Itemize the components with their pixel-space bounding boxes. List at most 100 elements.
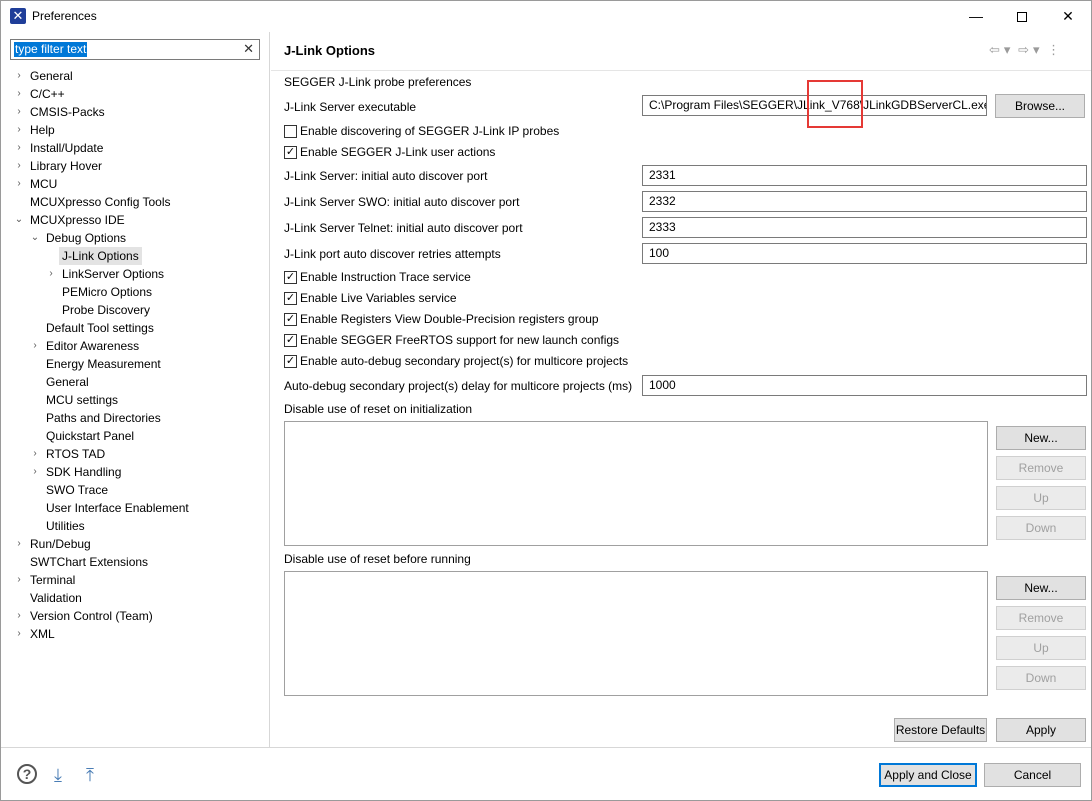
chevron-right-icon[interactable]: › [30, 445, 40, 463]
tree-item[interactable]: ⌄ Debug Options [1, 229, 269, 247]
tree-item-label: Paths and Directories [46, 411, 161, 425]
minimize-button[interactable]: — [953, 1, 999, 31]
checkbox-checked[interactable]: ✓ [284, 334, 297, 347]
help-icon[interactable]: ? [17, 764, 37, 784]
reset-run-label: Disable use of reset before running [284, 552, 471, 566]
tree-item[interactable]: Quickstart Panel [1, 427, 269, 445]
export-icon[interactable]: ⤒ [79, 765, 101, 785]
tree-item[interactable]: › RTOS TAD [1, 445, 269, 463]
tree-item[interactable]: J-Link Options [1, 247, 269, 265]
port-field[interactable]: 2333 [642, 217, 1087, 238]
filter-input[interactable]: type filter text ✕ [10, 39, 260, 60]
chevron-right-icon[interactable]: › [46, 265, 56, 283]
checkbox-label: Enable Instruction Trace service [300, 270, 471, 284]
checkbox-checked[interactable]: ✓ [284, 146, 297, 159]
apply-button[interactable]: Apply [996, 718, 1086, 742]
tree-item[interactable]: Probe Discovery [1, 301, 269, 319]
checkbox-label: Enable SEGGER FreeRTOS support for new l… [300, 333, 620, 347]
checkbox-checked[interactable]: ✓ [284, 292, 297, 305]
tree-item-label: Probe Discovery [62, 303, 151, 317]
chevron-down-icon[interactable]: ⌄ [14, 211, 24, 229]
port-field[interactable]: 2331 [642, 165, 1087, 186]
cancel-button[interactable]: Cancel [984, 763, 1081, 787]
tree-item[interactable]: › SDK Handling [1, 463, 269, 481]
tree-item[interactable]: › Install/Update [1, 139, 269, 157]
chevron-down-icon[interactable]: ⌄ [30, 229, 40, 247]
chevron-right-icon[interactable]: › [14, 607, 24, 625]
tree-item[interactable]: MCU settings [1, 391, 269, 409]
server-exe-label: J-Link Server executable [284, 100, 417, 114]
tree-item[interactable]: › MCU [1, 175, 269, 193]
tree-item[interactable]: › General [1, 67, 269, 85]
reset-run-remove-button[interactable]: Remove [996, 606, 1086, 630]
checkbox-checked[interactable]: ✓ [284, 313, 297, 326]
tree-item[interactable]: › Terminal [1, 571, 269, 589]
back-icon[interactable]: ⇦ [989, 42, 1000, 57]
maximize-button[interactable] [999, 1, 1045, 31]
chevron-right-icon[interactable]: › [14, 139, 24, 157]
tree-item[interactable]: Utilities [1, 517, 269, 535]
chevron-right-icon[interactable]: › [14, 535, 24, 553]
checkbox-checked[interactable]: ✓ [284, 355, 297, 368]
tree-item[interactable]: › Help [1, 121, 269, 139]
delay-field[interactable]: 1000 [642, 375, 1087, 396]
chevron-right-icon[interactable]: › [14, 67, 24, 85]
reset-init-down-button[interactable]: Down [996, 516, 1086, 540]
chevron-right-icon[interactable]: › [30, 337, 40, 355]
chevron-right-icon[interactable]: › [14, 85, 24, 103]
tree-item[interactable]: MCUXpresso Config Tools [1, 193, 269, 211]
tree-item[interactable]: SWTChart Extensions [1, 553, 269, 571]
tree-item[interactable]: PEMicro Options [1, 283, 269, 301]
more-options-icon[interactable]: ⋮ [1047, 42, 1060, 57]
browse-button[interactable]: Browse... [995, 94, 1085, 118]
tree-item[interactable]: ⌄ MCUXpresso IDE [1, 211, 269, 229]
chevron-right-icon[interactable]: › [14, 103, 24, 121]
reset-init-remove-button[interactable]: Remove [996, 456, 1086, 480]
tree-item[interactable]: › Editor Awareness [1, 337, 269, 355]
chevron-right-icon[interactable]: › [14, 625, 24, 643]
tree-item[interactable]: Paths and Directories [1, 409, 269, 427]
reset-init-new-button[interactable]: New... [996, 426, 1086, 450]
tree-item[interactable]: Energy Measurement [1, 355, 269, 373]
reset-run-list[interactable] [284, 571, 988, 696]
forward-menu-icon[interactable]: ▾ [1033, 42, 1040, 57]
bottom-divider [1, 747, 1091, 748]
port-field[interactable]: 100 [642, 243, 1087, 264]
chevron-right-icon[interactable]: › [14, 571, 24, 589]
reset-run-up-button[interactable]: Up [996, 636, 1086, 660]
tree-item-label: Help [30, 123, 55, 137]
import-icon[interactable]: ⤓ [47, 765, 69, 785]
checkbox-checked[interactable]: ✓ [284, 271, 297, 284]
tree-item[interactable]: › LinkServer Options [1, 265, 269, 283]
back-menu-icon[interactable]: ▾ [1004, 42, 1011, 57]
reset-run-down-button[interactable]: Down [996, 666, 1086, 690]
reset-run-new-button[interactable]: New... [996, 576, 1086, 600]
tree-item[interactable]: SWO Trace [1, 481, 269, 499]
reset-init-label: Disable use of reset on initialization [284, 402, 473, 416]
chevron-right-icon[interactable]: › [30, 463, 40, 481]
close-button[interactable]: ✕ [1045, 1, 1091, 31]
chevron-right-icon[interactable]: › [14, 121, 24, 139]
tree-item[interactable]: User Interface Enablement [1, 499, 269, 517]
apply-and-close-button[interactable]: Apply and Close [879, 763, 977, 787]
tree-item[interactable]: General [1, 373, 269, 391]
tree-item[interactable]: › C/C++ [1, 85, 269, 103]
tree-item[interactable]: › Version Control (Team) [1, 607, 269, 625]
tree-item[interactable]: Default Tool settings [1, 319, 269, 337]
checkbox-unchecked[interactable] [284, 125, 297, 138]
tree-item[interactable]: › CMSIS-Packs [1, 103, 269, 121]
restore-defaults-button[interactable]: Restore Defaults [894, 718, 987, 742]
tree-item-label: SDK Handling [46, 465, 122, 479]
title-divider [271, 70, 1091, 71]
reset-init-up-button[interactable]: Up [996, 486, 1086, 510]
tree-item[interactable]: Validation [1, 589, 269, 607]
chevron-right-icon[interactable]: › [14, 175, 24, 193]
tree-item[interactable]: › XML [1, 625, 269, 643]
forward-icon[interactable]: ⇨ [1018, 42, 1029, 57]
tree-item[interactable]: › Run/Debug [1, 535, 269, 553]
port-field[interactable]: 2332 [642, 191, 1087, 212]
chevron-right-icon[interactable]: › [14, 157, 24, 175]
clear-filter-icon[interactable]: ✕ [243, 41, 254, 57]
reset-init-list[interactable] [284, 421, 988, 546]
tree-item[interactable]: › Library Hover [1, 157, 269, 175]
